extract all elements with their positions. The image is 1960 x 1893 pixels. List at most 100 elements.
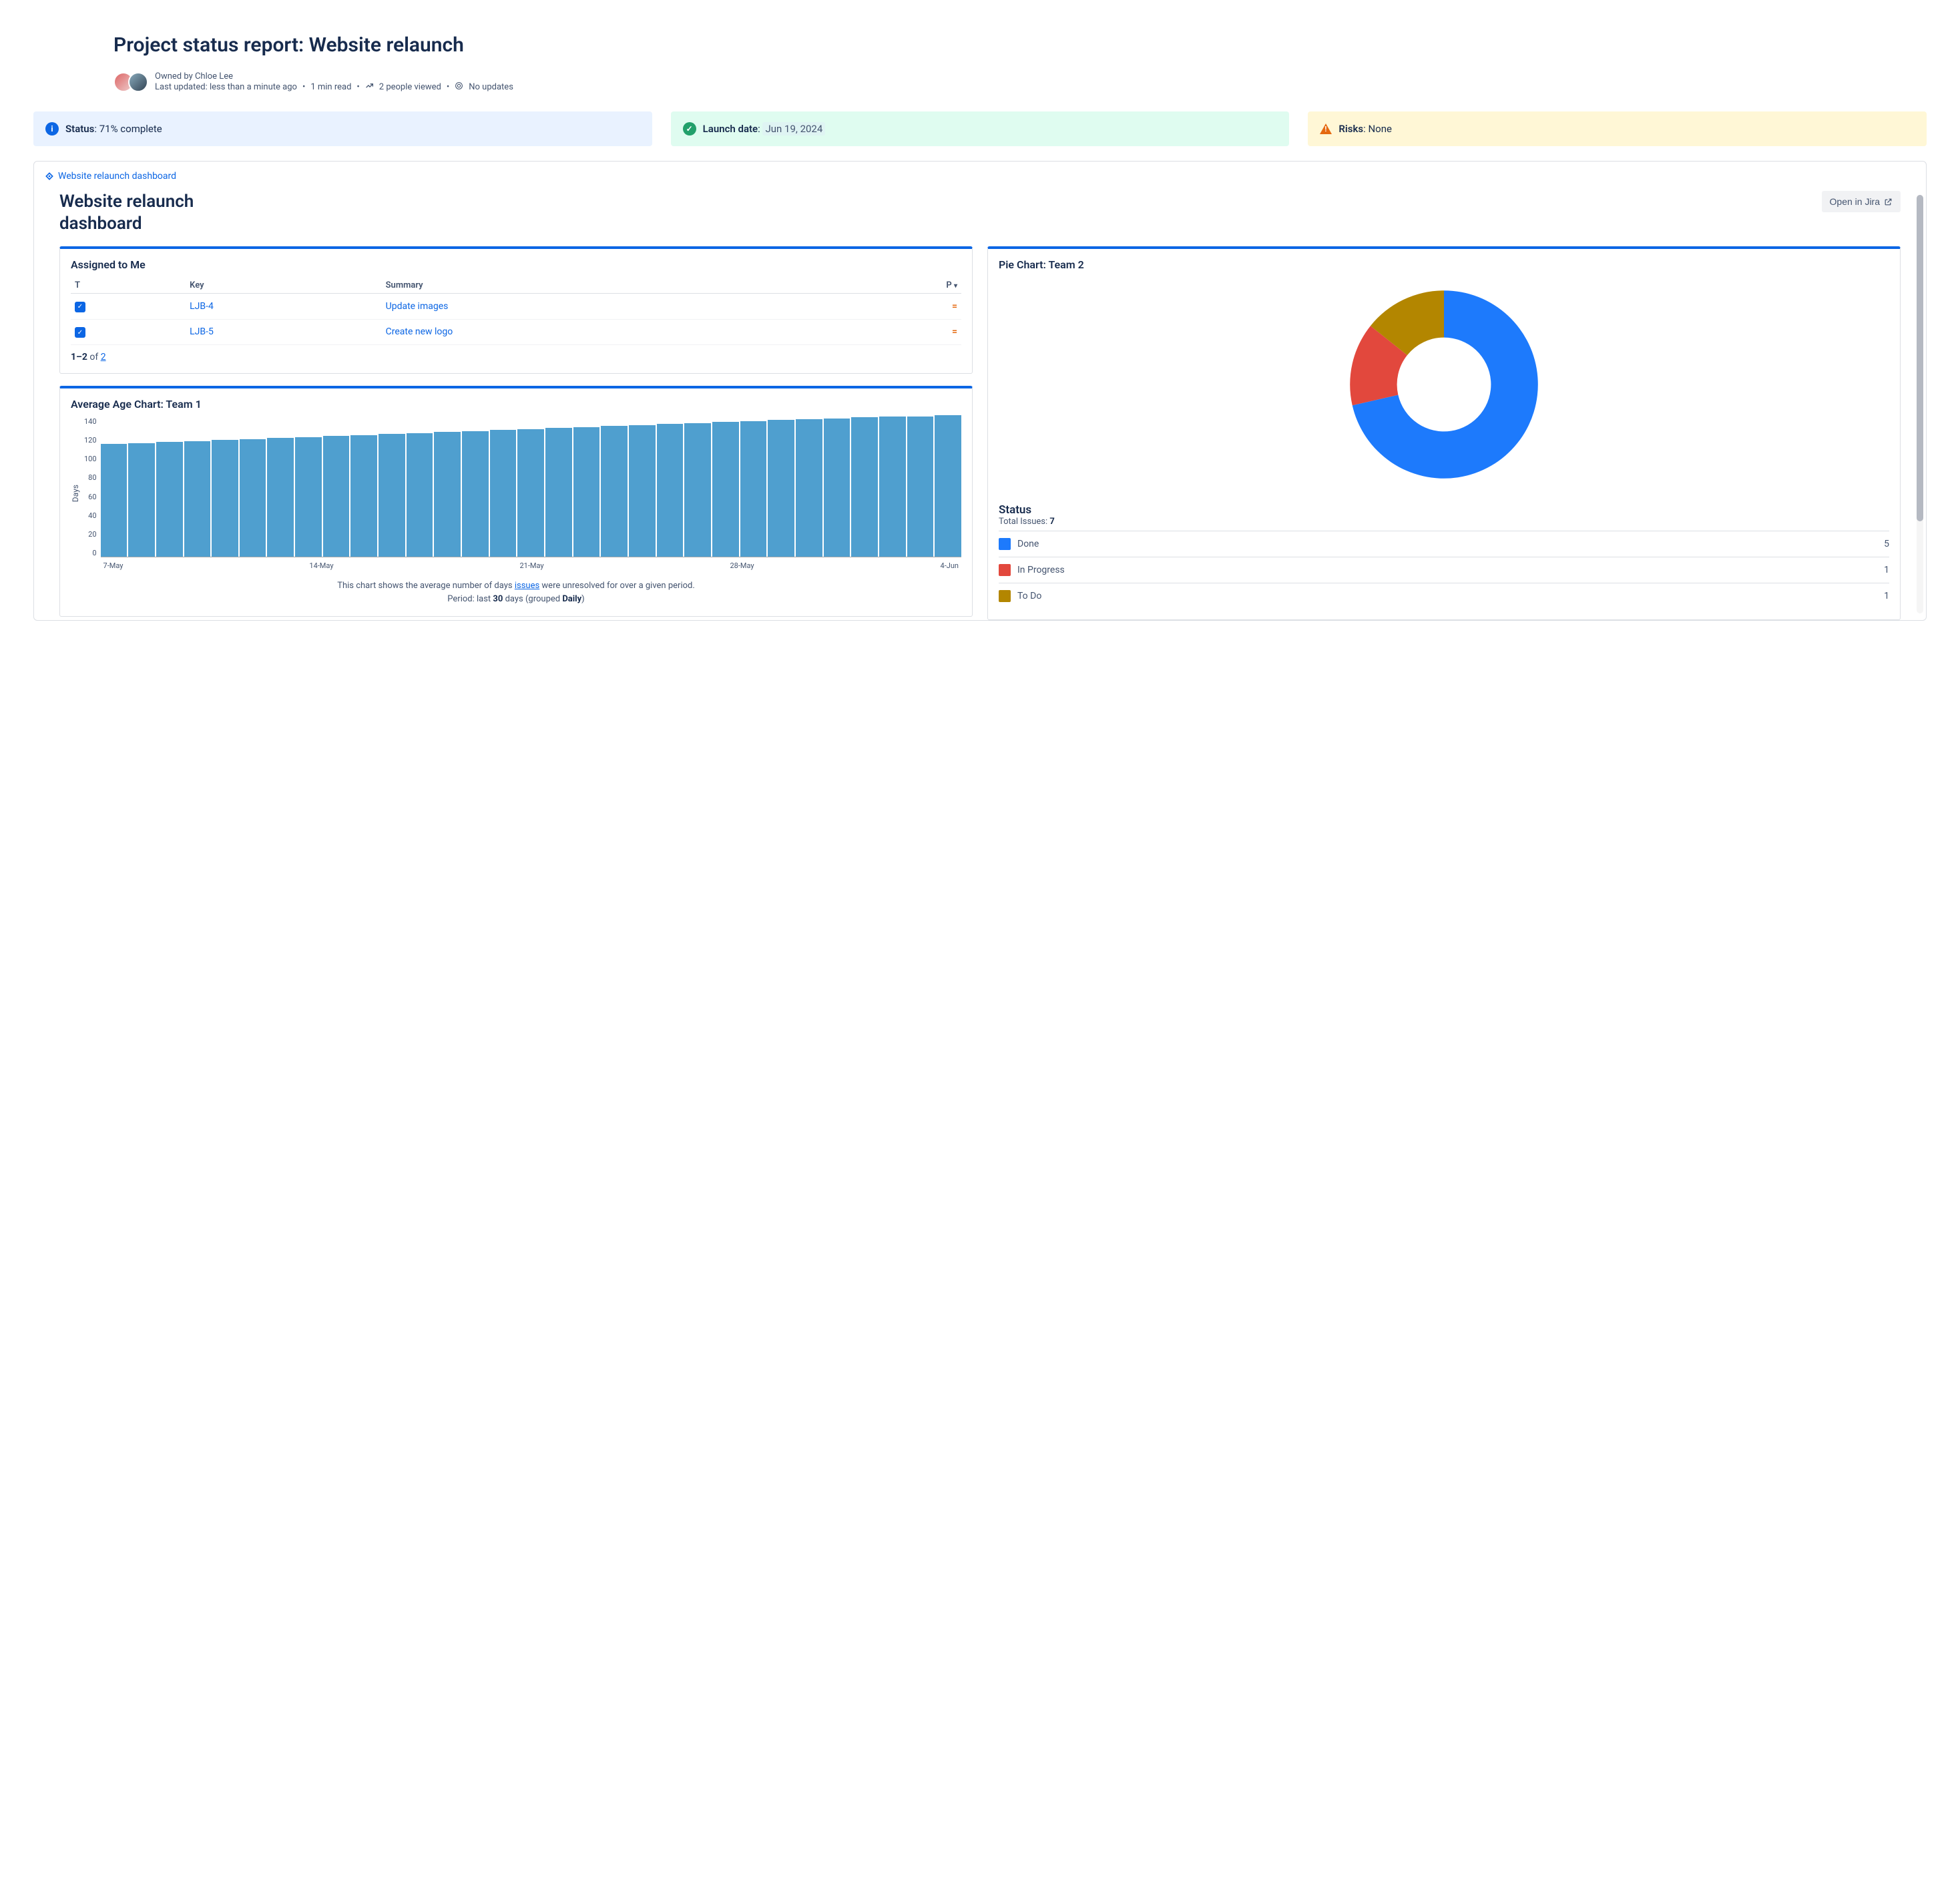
dashboard-title: Website relaunch dashboard [59, 191, 260, 234]
bar[interactable] [295, 437, 322, 557]
status-label: Status [65, 123, 94, 135]
issues-link[interactable]: issues [515, 581, 539, 591]
bar[interactable] [240, 439, 266, 557]
issue-summary-link[interactable]: Create new logo [386, 326, 453, 337]
launch-label: Launch date [703, 123, 758, 135]
bar[interactable] [768, 420, 794, 557]
dashboard-link-text[interactable]: Website relaunch dashboard [58, 171, 176, 182]
status-card-launch: ✓ Launch date: Jun 19, 2024 [671, 111, 1290, 146]
bar[interactable] [712, 422, 739, 557]
info-icon: i [45, 122, 59, 136]
table-row[interactable]: ✓ LJB-5 Create new logo = [71, 319, 961, 345]
bar[interactable] [128, 443, 155, 557]
open-in-jira-button[interactable]: Open in Jira [1822, 191, 1901, 212]
col-priority[interactable]: P ▾ [844, 278, 961, 294]
avatar[interactable] [128, 72, 148, 92]
dashboard-embed-panel: Website relaunch dashboard Website relau… [33, 161, 1927, 621]
legend-count: 5 [1884, 539, 1889, 549]
bar[interactable] [601, 426, 628, 557]
target-icon [455, 81, 463, 93]
legend-label: Done [1017, 539, 1039, 549]
bar[interactable] [184, 441, 211, 557]
total-label: Total Issues: [999, 517, 1049, 527]
bar[interactable] [851, 417, 878, 557]
legend-row[interactable]: To Do1 [999, 583, 1889, 609]
priority-medium-icon: = [952, 301, 957, 312]
bar[interactable] [407, 433, 433, 557]
issue-summary-link[interactable]: Update images [386, 301, 449, 312]
viewed-count[interactable]: 2 people viewed [379, 82, 441, 92]
page-title: Project status report: Website relaunch [113, 33, 1927, 57]
legend-count: 1 [1884, 591, 1889, 601]
scrollbar-thumb[interactable] [1917, 195, 1923, 521]
x-tick: 7-May [103, 561, 124, 570]
bar[interactable] [545, 428, 572, 557]
pie-legend: Status Total Issues: 7 Done5In Progress1… [999, 503, 1889, 609]
bar[interactable] [462, 431, 489, 557]
age-chart-title: Average Age Chart: Team 1 [71, 398, 961, 411]
owner-avatars[interactable] [113, 72, 148, 92]
dashboard-source-link[interactable]: Website relaunch dashboard [34, 162, 1926, 186]
pager-total-link[interactable]: 2 [101, 352, 106, 362]
bar[interactable] [684, 423, 711, 557]
bar[interactable] [796, 419, 822, 557]
issue-key-link[interactable]: LJB-5 [190, 326, 214, 337]
col-key[interactable]: Key [186, 278, 381, 294]
pager: 1–2 of 2 [71, 352, 961, 362]
bar[interactable] [740, 421, 767, 557]
bar[interactable] [267, 438, 294, 557]
assigned-title: Assigned to Me [71, 258, 961, 271]
legend-row[interactable]: Done 5 [999, 531, 1889, 557]
legend-count: 1 [1884, 565, 1889, 575]
issue-key-link[interactable]: LJB-4 [190, 301, 214, 312]
status-cards-row: i Status: 71% complete ✓ Launch date: Ju… [33, 111, 1927, 146]
bar[interactable] [350, 435, 377, 557]
bar[interactable] [573, 427, 600, 557]
read-time: 1 min read [310, 82, 351, 92]
col-type[interactable]: T [71, 278, 186, 294]
pie-chart-gadget: Pie Chart: Team 2 Status Total Issues: 7… [987, 246, 1901, 620]
y-tick: 20 [84, 530, 97, 539]
bar[interactable] [212, 440, 238, 557]
assigned-table: T Key Summary P ▾ ✓ LJB-4 [71, 278, 961, 345]
y-tick: 120 [84, 436, 97, 445]
color-swatch [999, 564, 1011, 576]
bar-chart [101, 417, 961, 557]
bar[interactable] [657, 424, 684, 557]
scrollbar[interactable] [1917, 195, 1923, 613]
bar[interactable] [156, 442, 183, 557]
legend-row[interactable]: In Progress1 [999, 557, 1889, 583]
jira-icon [45, 172, 54, 181]
bar[interactable] [517, 429, 544, 557]
bar[interactable] [434, 432, 461, 557]
bar[interactable] [824, 419, 850, 557]
bar[interactable] [101, 444, 128, 557]
total-value: 7 [1049, 517, 1054, 527]
y-tick: 80 [84, 473, 97, 482]
x-tick: 28-May [730, 561, 754, 570]
check-icon: ✓ [683, 122, 696, 136]
col-summary[interactable]: Summary [382, 278, 844, 294]
launch-date[interactable]: Jun 19, 2024 [762, 122, 825, 136]
last-updated: Last updated: less than a minute ago [155, 82, 297, 92]
analytics-icon [365, 81, 374, 93]
updates-status[interactable]: No updates [469, 82, 513, 92]
bar[interactable] [323, 436, 350, 557]
y-tick: 140 [84, 417, 97, 426]
task-icon: ✓ [75, 302, 85, 312]
pager-of: of [87, 352, 101, 362]
bar[interactable] [935, 415, 961, 557]
pager-range: 1–2 [71, 352, 87, 362]
color-swatch [999, 538, 1011, 550]
bar[interactable] [629, 425, 656, 557]
bar[interactable] [379, 434, 405, 557]
x-tick: 4-Jun [941, 561, 959, 570]
status-card-status: i Status: 71% complete [33, 111, 652, 146]
average-age-gadget: Average Age Chart: Team 1 Days 140120100… [59, 386, 973, 617]
assigned-to-me-gadget: Assigned to Me T Key Summary P ▾ [59, 246, 973, 374]
bar[interactable] [490, 430, 517, 557]
bar[interactable] [879, 417, 906, 557]
table-row[interactable]: ✓ LJB-4 Update images = [71, 294, 961, 320]
bar[interactable] [907, 417, 934, 557]
warning-icon [1320, 123, 1332, 134]
